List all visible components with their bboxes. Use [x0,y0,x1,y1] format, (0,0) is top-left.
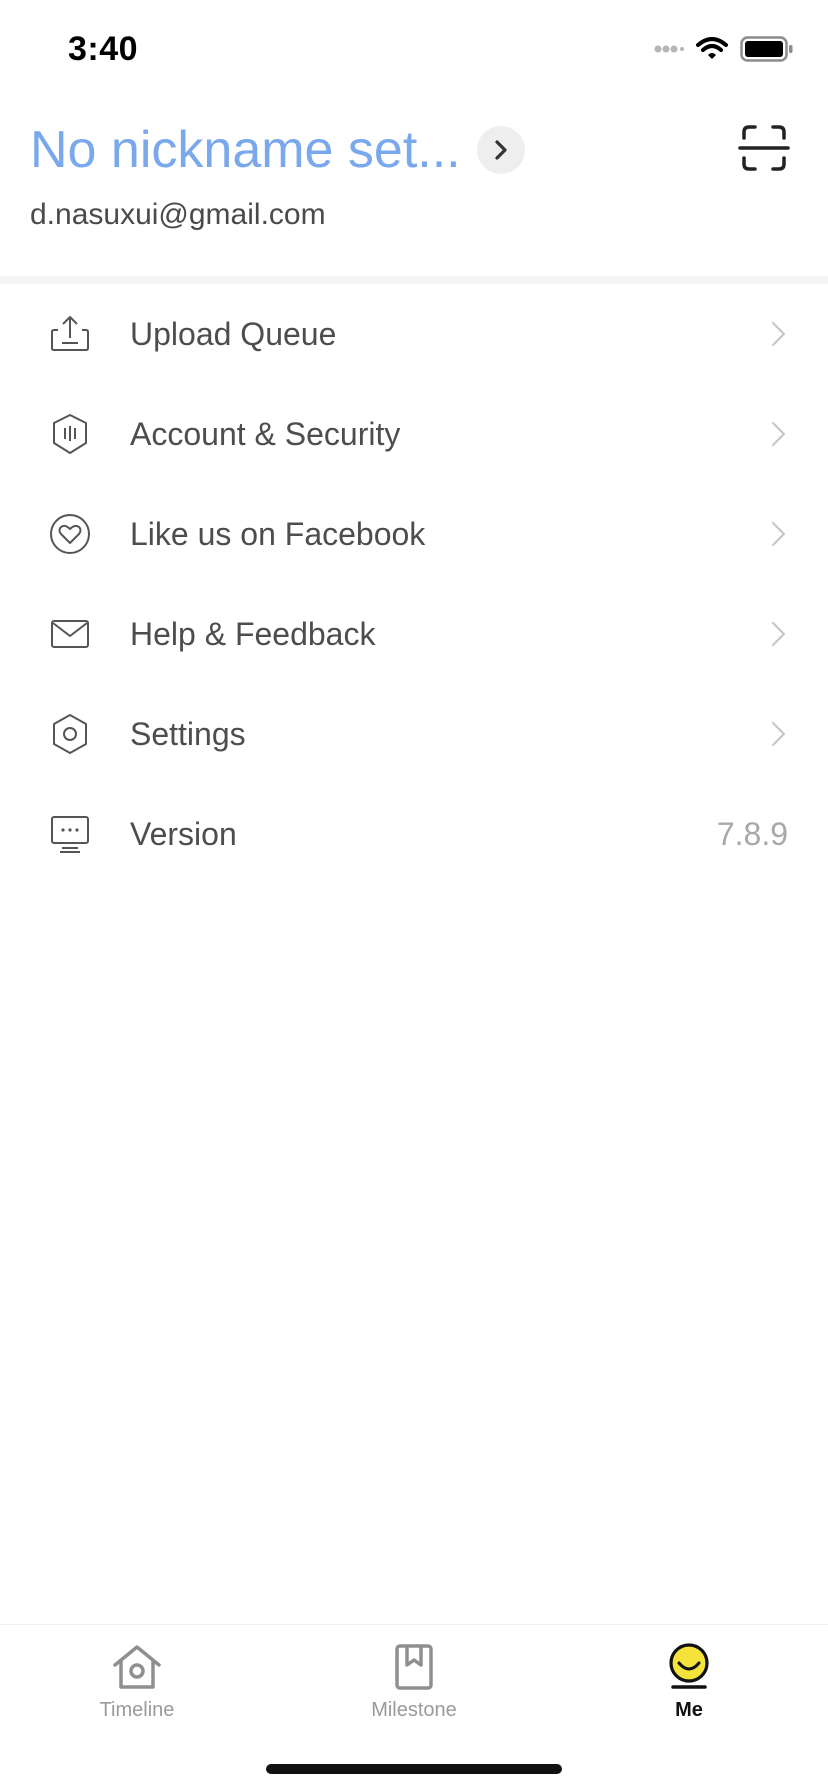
chevron-right-icon [495,140,507,160]
menu-item-version: Version 7.8.9 [0,784,828,884]
nickname-row[interactable]: No nickname set... [30,120,525,180]
email-text: d.nasuxui@gmail.com [30,198,326,231]
smiley-icon [669,1643,709,1689]
chevron-right-icon [771,321,786,347]
menu-item-help-feedback[interactable]: Help & Feedback [0,584,828,684]
tab-label: Me [675,1699,703,1721]
tab-timeline[interactable]: Timeline [57,1643,217,1722]
status-bar: 3:40 [0,0,828,100]
menu-list: Upload Queue Account & Security Like us … [0,284,828,884]
tab-label: Timeline [99,1699,175,1721]
bookmark-icon [395,1644,433,1690]
upload-icon [51,316,89,351]
gear-icon [53,714,87,754]
status-icons [654,36,794,62]
menu-item-label: Help & Feedback [130,615,376,652]
home-indicator [266,1764,562,1774]
wifi-icon [696,37,728,61]
signal-icon [654,44,684,54]
menu-item-settings[interactable]: Settings [0,684,828,784]
menu-item-label: Account & Security [130,415,401,452]
home-icon [113,1645,161,1689]
tab-milestone[interactable]: Milestone [334,1643,494,1722]
menu-item-upload-queue[interactable]: Upload Queue [0,284,828,384]
section-divider [0,276,828,284]
monitor-icon [51,816,89,853]
menu-item-facebook[interactable]: Like us on Facebook [0,484,828,584]
mail-icon [51,620,89,648]
tab-label: Milestone [371,1699,457,1721]
version-value: 7.8.9 [716,815,788,852]
scan-button[interactable] [738,122,790,174]
tab-me[interactable]: Me [609,1643,769,1722]
menu-item-account-security[interactable]: Account & Security [0,384,828,484]
menu-item-label: Upload Queue [130,315,337,352]
battery-icon [740,36,794,62]
chevron-right-icon [771,421,786,447]
menu-item-label: Version [130,815,237,852]
chevron-right-icon [771,621,786,647]
nickname-chevron-button[interactable] [476,126,525,174]
shield-icon [53,414,87,454]
nickname-text: No nickname set... [30,121,461,179]
chevron-right-icon [771,721,786,747]
menu-item-label: Settings [130,715,246,752]
scan-icon [738,125,790,171]
chevron-right-icon [771,521,786,547]
menu-item-label: Like us on Facebook [130,515,426,552]
heart-icon [50,514,90,554]
me-screen: 3:40 No nickname set... d.nasuxui@gmail.… [0,0,828,1792]
profile-header: No nickname set... d.nasuxui@gmail.com [0,100,828,276]
status-time: 3:40 [68,30,139,68]
